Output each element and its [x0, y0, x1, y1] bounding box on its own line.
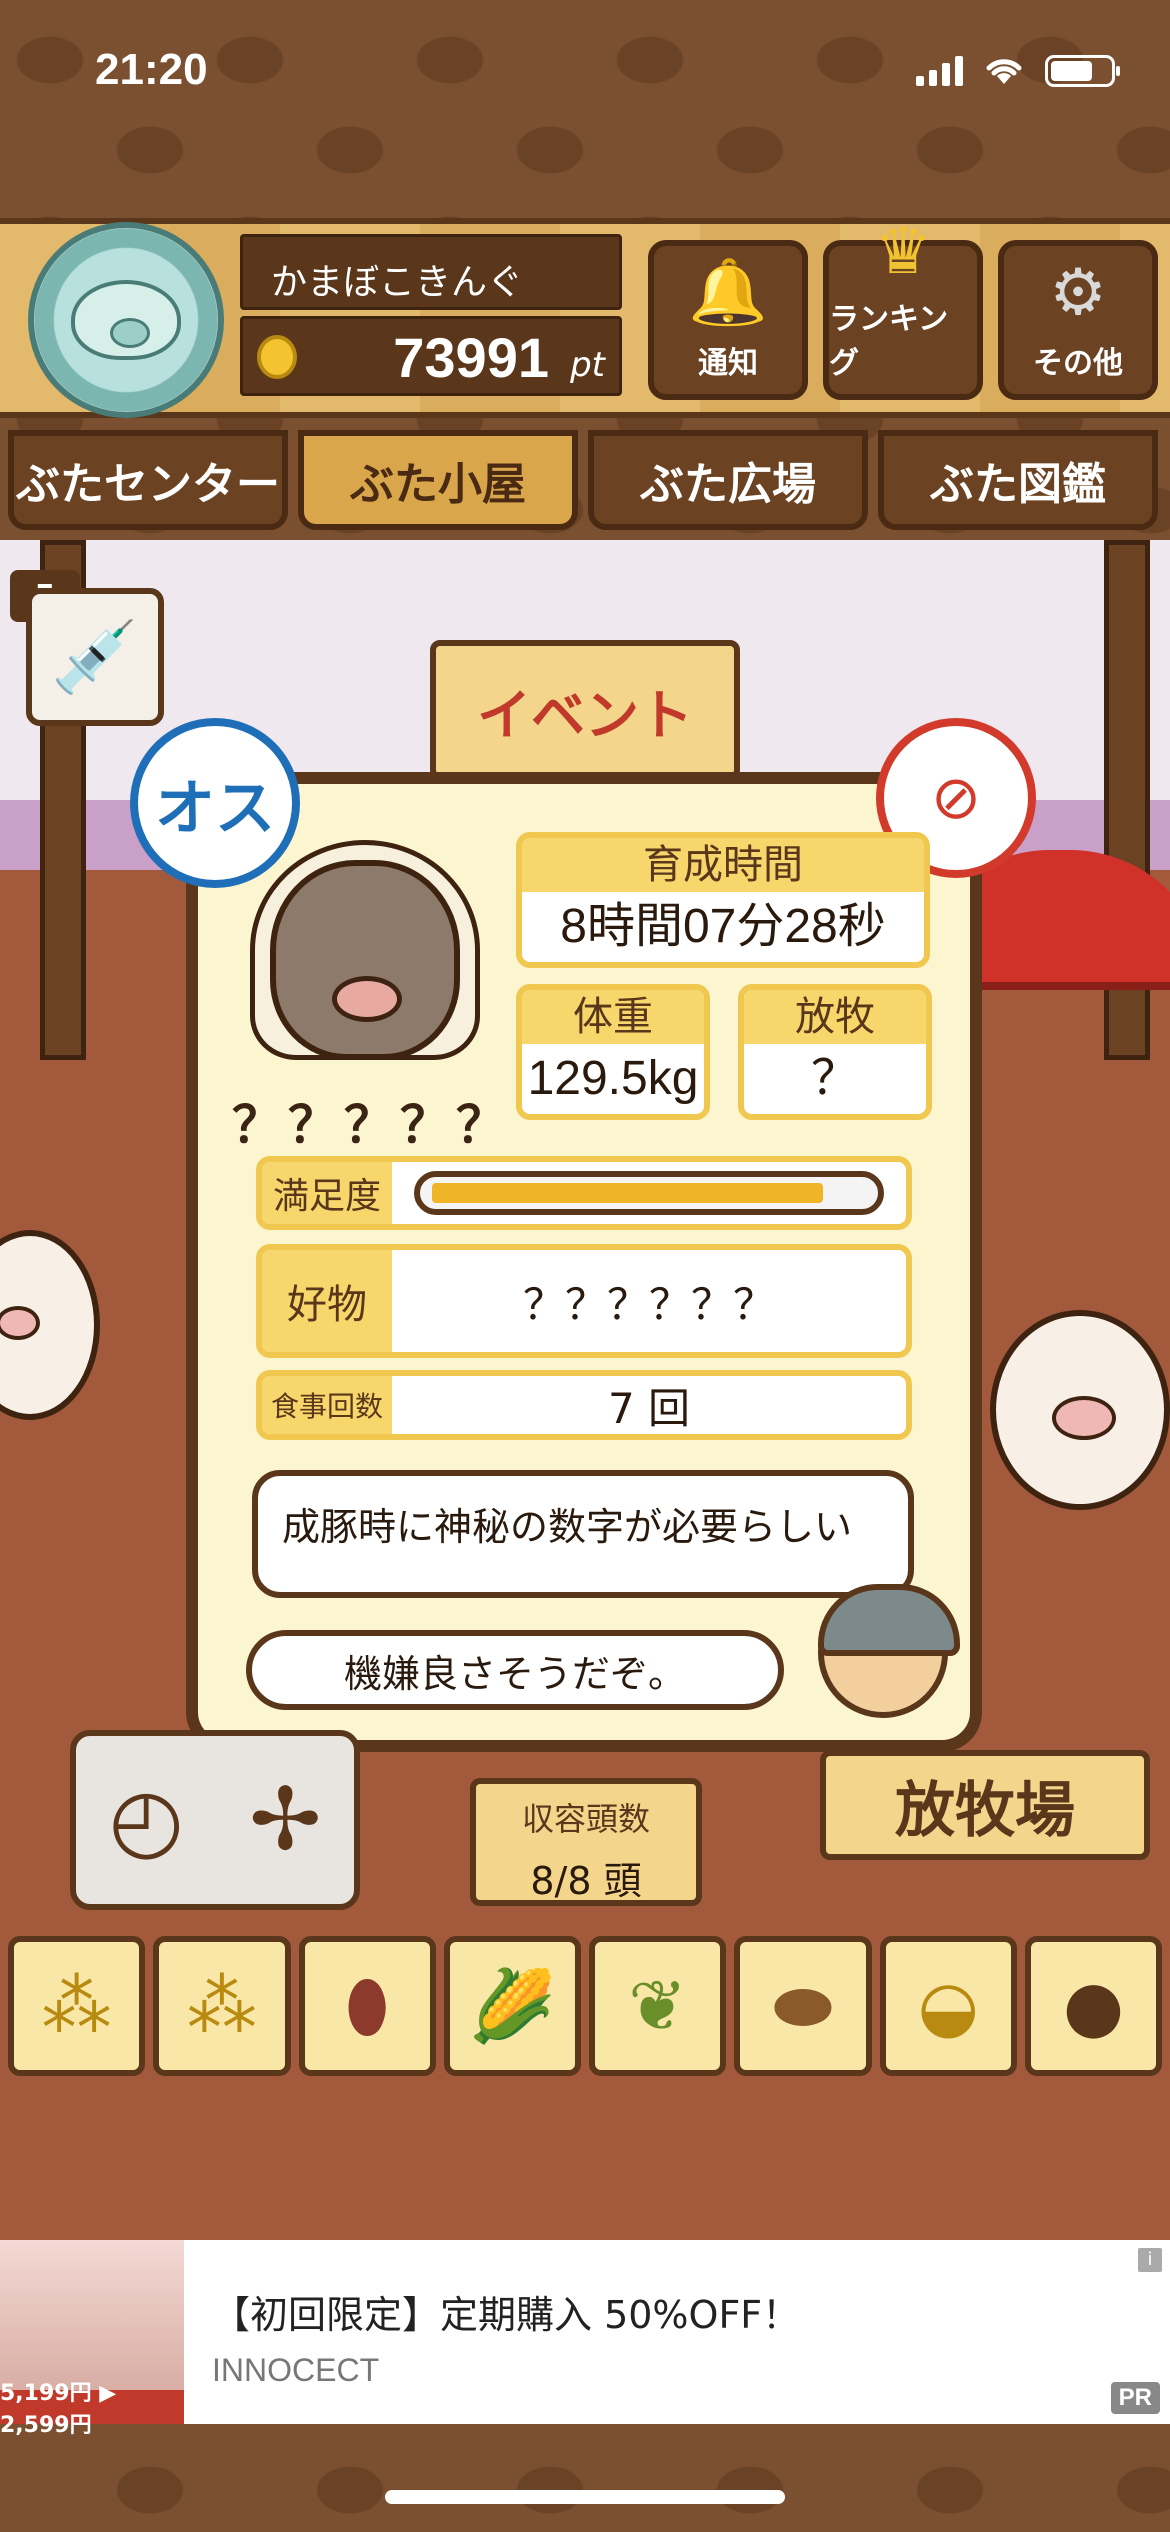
ad-source: INNOCECT	[212, 2352, 380, 2388]
grazing-value: ？	[810, 1052, 859, 1105]
satisfaction-fill	[432, 1183, 823, 1203]
comment-bubble: 機嫌良さそうだぞ。	[246, 1630, 784, 1710]
pig-name: ？？？？？	[232, 1096, 512, 1154]
tab-pig-encyclopedia[interactable]: ぶた図鑑	[878, 430, 1158, 530]
weight-label: 体重	[522, 990, 704, 1044]
points-value: 73991	[393, 326, 549, 389]
wifi-icon	[986, 59, 1022, 84]
tab-pig-center[interactable]: ぶたセンター	[8, 430, 288, 530]
grain-icon: ⁂	[41, 1965, 112, 2047]
growth-time-label: 育成時間	[522, 838, 924, 892]
bell-icon: 🔔	[688, 256, 768, 330]
ad-title: 【初回限定】定期購入 50%OFF！	[212, 2293, 801, 2337]
feed-slot-corn[interactable]: 🌽	[443, 1936, 581, 2076]
ad-thumbnail: 5,199円 ▶ 2,599円	[0, 2240, 184, 2438]
other-button[interactable]: ⚙ その他	[998, 240, 1158, 400]
meals-row: 食事回数 7 回	[256, 1370, 912, 1440]
bean-icon: ❦	[628, 1965, 687, 2047]
capacity-value: 8/8 頭	[530, 1859, 642, 1903]
status-icons	[916, 55, 1120, 87]
farmer-avatar	[818, 1584, 960, 1718]
feed-bar: ⁂ ⁂ ⬮ 🌽 ❦ ⬬ ◒ ●	[0, 1936, 1170, 2086]
fan-icon: ✢	[249, 1770, 322, 1870]
meals-value: 7 回	[607, 1383, 691, 1433]
chestnut-plate-icon: ●	[1062, 1965, 1124, 2047]
grazing-box: 放牧 ？	[738, 984, 932, 1120]
favorite-label: 好物	[262, 1250, 392, 1352]
feed-slot-acorn[interactable]: ⬬	[734, 1936, 872, 2076]
pasture-button[interactable]: 放牧場	[820, 1750, 1150, 1860]
satisfaction-row: 満足度	[256, 1156, 912, 1230]
capacity-label: 収容頭数	[521, 1800, 650, 1838]
event-sign[interactable]: イベント	[430, 640, 740, 780]
syringe-button[interactable]: 💉	[26, 588, 164, 726]
tab-pig-plaza[interactable]: ぶた広場	[588, 430, 868, 530]
gauge-icon: ◴	[108, 1770, 184, 1870]
crown-icon: ♛	[874, 215, 932, 289]
other-label: その他	[1033, 346, 1123, 381]
meals-label: 食事回数	[262, 1376, 392, 1434]
player-avatar[interactable]	[28, 222, 224, 418]
gear-icon: ⚙	[1049, 256, 1107, 330]
points-unit: pt	[570, 345, 605, 385]
favorite-value: ？？？？？？	[522, 1279, 775, 1329]
favorite-row: 好物 ？？？？？？	[256, 1244, 912, 1358]
comment-text: 機嫌良さそうだぞ。	[343, 1651, 686, 1696]
ranking-button[interactable]: ♛ ランキング	[823, 220, 983, 400]
ad-banner[interactable]: 5,199円 ▶ 2,599円 【初回限定】定期購入 50%OFF！ INNOC…	[0, 2240, 1170, 2438]
player-name: かまぼこきんぐ	[271, 262, 524, 303]
hint-bubble: 成豚時に神秘の数字が必要らしい	[252, 1470, 914, 1598]
hint-text: 成豚時に神秘の数字が必要らしい	[282, 1505, 853, 1549]
pig-right[interactable]	[990, 1310, 1170, 1510]
syringe-icon: 💉	[51, 615, 139, 698]
capacity-sign: 収容頭数 8/8 頭	[470, 1778, 702, 1906]
ad-pr-badge: PR	[1110, 2382, 1160, 2414]
points-box: 73991 pt	[240, 316, 622, 396]
ranking-label: ランキング	[829, 302, 949, 381]
feed-slot-grain-2[interactable]: ⁂	[153, 1936, 291, 2076]
tab-pig-hut[interactable]: ぶた小屋	[298, 430, 578, 530]
hut-controls[interactable]: ◴ ✢	[70, 1730, 360, 1910]
acorn-icon: ⬬	[772, 1964, 833, 2047]
grain-icon: ⁂	[186, 1965, 257, 2047]
home-indicator[interactable]	[385, 2490, 785, 2504]
status-time: 21:20	[95, 45, 208, 94]
grazing-label: 放牧	[744, 990, 926, 1044]
weight-box: 体重 129.5kg	[516, 984, 710, 1120]
feed-slot-sweet-potato[interactable]: ⬮	[298, 1936, 436, 2076]
coin-icon	[257, 335, 297, 379]
weight-value: 129.5kg	[527, 1052, 699, 1105]
feed-slot-grain-1[interactable]: ⁂	[8, 1936, 146, 2076]
satisfaction-label: 満足度	[262, 1162, 392, 1224]
battery-icon	[1045, 55, 1120, 87]
feed-slot-chestnut-plate[interactable]: ●	[1024, 1936, 1162, 2076]
satisfaction-bar	[414, 1171, 884, 1215]
growth-time-value: 8時間07分28秒	[560, 900, 886, 953]
boar-portrait	[250, 800, 480, 1080]
player-name-box: かまぼこきんぐ	[240, 234, 622, 310]
status-bar: 21:20	[0, 0, 1170, 140]
sweet-potato-icon: ⬮	[345, 1964, 390, 2047]
growth-time-box: 育成時間 8時間07分28秒	[516, 832, 930, 968]
signal-icon	[916, 56, 963, 86]
ad-info-icon[interactable]: i	[1138, 2248, 1162, 2272]
corn-icon: 🌽	[468, 1964, 556, 2047]
feed-slot-bean[interactable]: ❦	[589, 1936, 727, 2076]
notification-label: 通知	[698, 346, 758, 381]
ad-price: 5,199円 ▶ 2,599円	[0, 2381, 184, 2438]
notification-button[interactable]: 🔔 通知	[648, 240, 808, 400]
feed-slot-soybean-bowl[interactable]: ◒	[879, 1936, 1017, 2076]
soybean-bowl-icon: ◒	[917, 1965, 979, 2047]
pig-left[interactable]	[0, 1230, 100, 1420]
pig-king-icon	[71, 280, 181, 360]
